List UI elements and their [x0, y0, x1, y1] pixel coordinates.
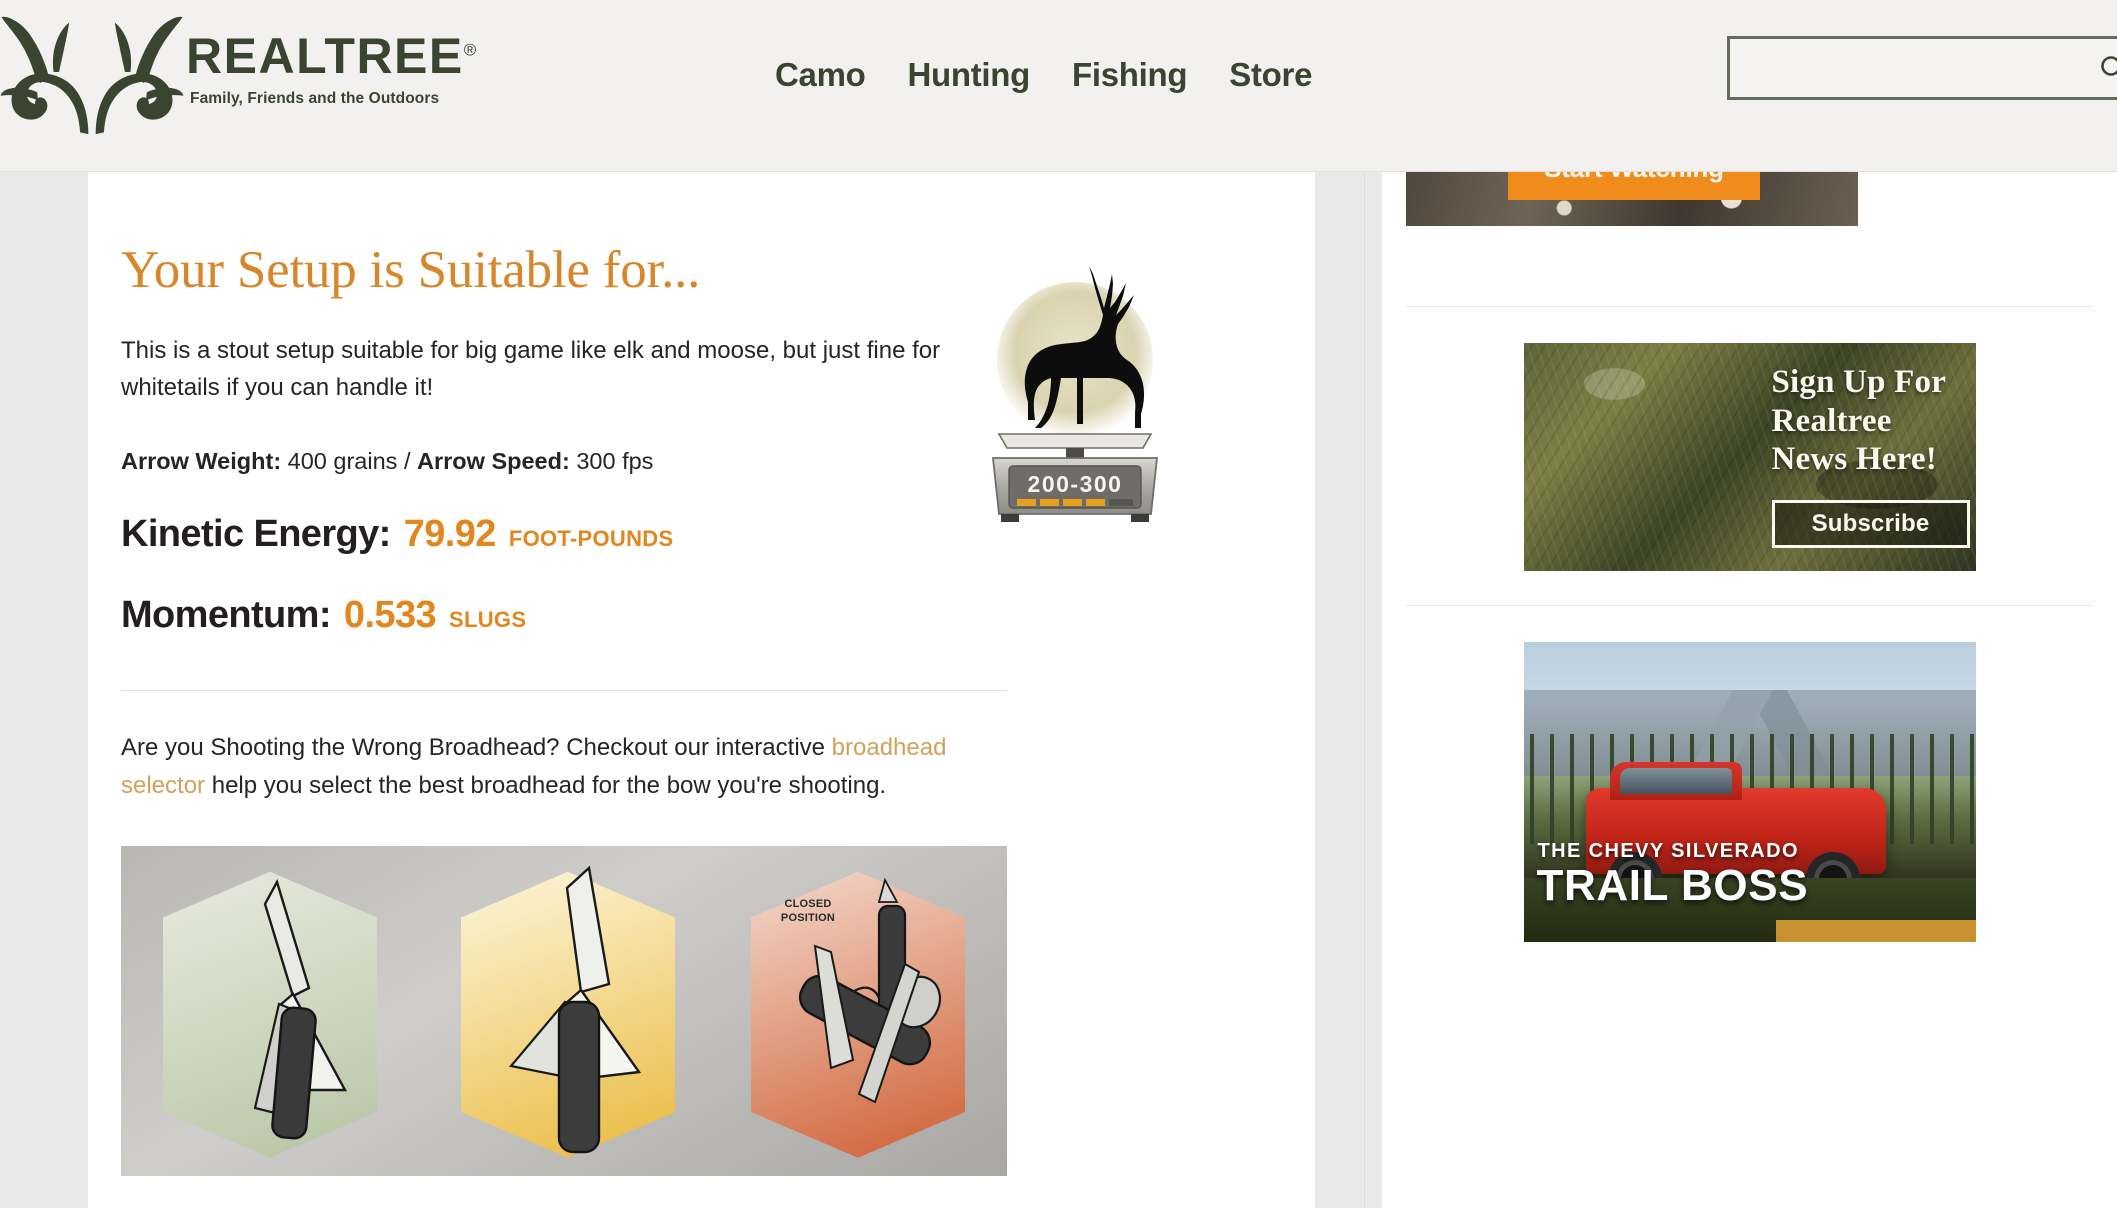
fixed-blade-broadhead-art — [253, 878, 348, 1140]
start-watching-ad[interactable]: REALTREETIMBER Start Watching — [1406, 172, 1858, 226]
search-icon — [2101, 56, 2117, 76]
section-divider — [121, 690, 1007, 692]
start-watching-button[interactable]: Start Watching — [1508, 172, 1760, 200]
page-body: 200-300 Your Setup is Suitable for... Th… — [0, 172, 2117, 1208]
chevy-silverado-ad[interactable]: THE CHEVY SILVERADO TRAIL BOSS — [1523, 642, 1976, 942]
search-input[interactable] — [1730, 39, 2082, 97]
hybrid-broadhead-art — [508, 865, 642, 1153]
promo-text-after: help you select the best broadhead for t… — [205, 771, 887, 799]
site-header: REALTREE® Family, Friends and the Outdoo… — [0, 0, 2117, 172]
main-content-column: 200-300 Your Setup is Suitable for... Th… — [88, 172, 1315, 1208]
closed-position-label: CLOSED POSITION — [780, 897, 836, 924]
momentum-stat: Momentum: 0.533 SLUGS — [121, 594, 1285, 637]
nav-item-store[interactable]: Store — [1229, 56, 1312, 94]
search-bar[interactable] — [1727, 36, 2117, 100]
newsletter-headline: Sign Up For Realtree News Here! — [1771, 364, 1947, 478]
arrow-weight-value: 400 grains — [287, 448, 398, 475]
brand-registered-mark: ® — [463, 39, 478, 59]
sidebar: REALTREETIMBER Start Watching Sign Up Fo… — [1382, 172, 2117, 1208]
newsletter-signup-ad[interactable]: Sign Up For Realtree News Here! Subscribe — [1523, 343, 1976, 571]
brand-name-text: REALTREE — [186, 27, 464, 84]
elk-on-scale-icon: 200-300 — [991, 266, 1159, 522]
subscribe-button[interactable]: Subscribe — [1771, 500, 1970, 548]
intro-paragraph: This is a stout setup suitable for big g… — [121, 337, 941, 402]
scale-readout: 200-300 — [1028, 471, 1123, 497]
nav-item-camo[interactable]: Camo — [775, 56, 866, 94]
spec-separator: / — [403, 448, 411, 475]
kinetic-energy-label: Kinetic Energy: — [121, 513, 391, 556]
momentum-value: 0.533 — [343, 594, 437, 637]
momentum-unit: SLUGS — [449, 607, 527, 633]
arrow-speed-value: 300 fps — [576, 448, 654, 475]
start-watching-button-label: Start Watching — [1544, 172, 1724, 184]
arrow-speed-label: Arrow Speed: — [417, 448, 570, 475]
search-submit-button[interactable] — [2082, 39, 2117, 97]
broadhead-comparison-image: CLOSED POSITION — [121, 845, 1007, 1176]
arrow-weight-label: Arrow Weight: — [121, 448, 282, 475]
main-navigation: Camo Hunting Fishing Store — [775, 56, 1312, 94]
nav-item-fishing[interactable]: Fishing — [1072, 56, 1188, 94]
brand-tagline: Family, Friends and the Outdoors — [190, 89, 440, 107]
momentum-label: Momentum: — [121, 594, 332, 637]
sidebar-divider-2 — [1406, 605, 2093, 606]
subscribe-button-label: Subscribe — [1811, 510, 1930, 537]
realtree-logo-link[interactable]: REALTREE® Family, Friends and the Outdoo… — [0, 8, 478, 136]
broadhead-promo-paragraph: Are you Shooting the Wrong Broadhead? Ch… — [121, 729, 1011, 803]
antlers-icon — [0, 16, 184, 135]
nav-item-hunting[interactable]: Hunting — [908, 56, 1031, 94]
kinetic-energy-value: 79.92 — [403, 513, 497, 556]
chevy-ad-badge — [1775, 920, 1976, 942]
promo-text-before: Are you Shooting the Wrong Broadhead? Ch… — [121, 734, 832, 762]
chevy-ad-kicker: THE CHEVY SILVERADO — [1537, 840, 1799, 862]
truck-window — [1619, 768, 1732, 794]
article: 200-300 Your Setup is Suitable for... Th… — [88, 240, 1315, 1176]
column-divider — [1364, 172, 1365, 1208]
sidebar-divider-1 — [1406, 306, 2093, 307]
chevy-ad-title: TRAIL BOSS — [1536, 861, 1809, 910]
kinetic-energy-unit: FOOT-POUNDS — [508, 526, 674, 552]
